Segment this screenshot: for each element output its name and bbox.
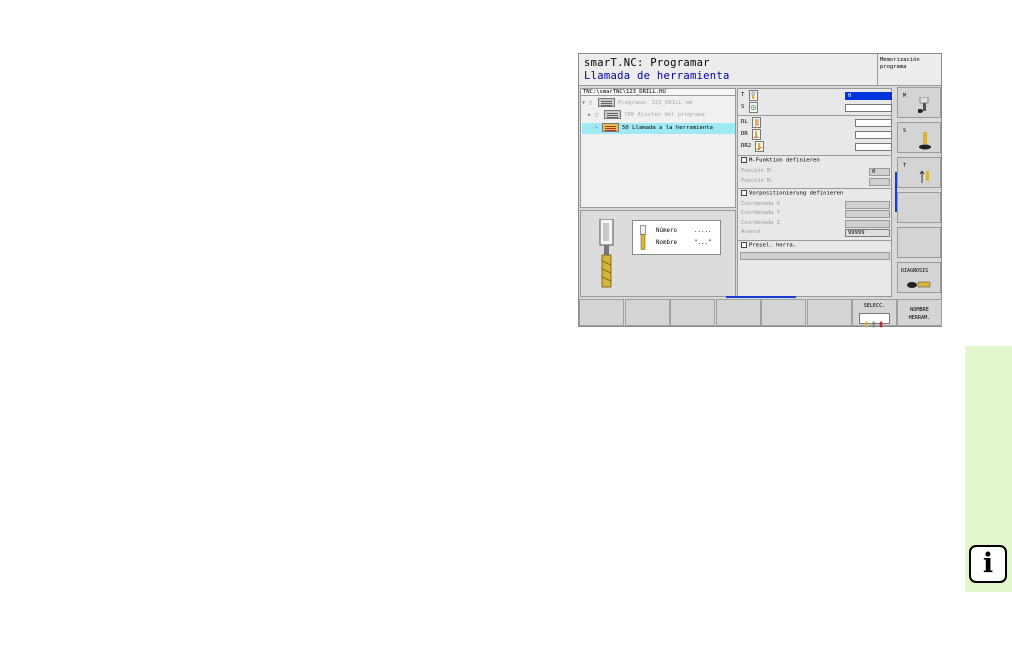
delta-radius2-input[interactable] [855,143,892,151]
program-tree: TNC:\smarTNC\123_DRILL.HU ▼ □ Programa: 12… [580,88,736,208]
m-function-1-label: Función M: [741,168,774,174]
spindle-icon [919,132,931,150]
tool-preselect-checkbox[interactable]: Presel. herra. [741,242,796,249]
feed-input[interactable]: 99999 [845,229,890,237]
softkey-h6[interactable] [807,299,852,326]
softkey-empty-1[interactable] [897,192,941,223]
tool-number-input[interactable]: 0 [845,92,892,100]
help-number-label: Número [656,228,677,234]
spindle-speed-input[interactable] [845,104,892,112]
m-function-icon [918,97,929,113]
settings-icon [604,110,621,119]
softkey-tool-name[interactable]: NOMBRE HERRAM. [897,299,942,326]
softkey-m-label: M [903,93,907,99]
softkey-empty-2[interactable] [897,227,941,258]
divider [738,188,891,189]
softkey-tool-name-label-2: HERRAM. [908,315,931,321]
program-icon [598,98,615,107]
tree-item-settings[interactable]: ▶ □ 700 Ajustes del programa [588,110,705,121]
coord-x-input[interactable] [845,201,890,209]
delta-radius2-icon [755,141,764,152]
field-dr-label: DR [741,131,748,137]
softkey-t-label: T [903,163,907,169]
tree-item-label: 700 Ajustes del programa [624,112,705,118]
softkey-h2[interactable] [625,299,670,326]
coord-y-input[interactable] [845,210,890,218]
spindle-speed-icon [749,102,758,113]
help-legend: Número ..... Nombre "..." [632,220,721,255]
page-indicator [726,296,796,298]
m-function-2-input[interactable] [869,178,890,186]
app-title: smarT.NC: Programar [584,57,710,69]
tool-axis-icon [919,170,929,183]
softkey-m-function[interactable]: M [897,87,941,118]
coord-z-input[interactable] [845,220,890,228]
collapse-icon[interactable]: ▶ [588,110,595,121]
divider [738,115,891,116]
delta-radius-input[interactable] [855,131,892,139]
softkey-s-spindle[interactable]: S [897,122,941,153]
softkey-h5[interactable] [761,299,806,326]
softkey-h3[interactable] [670,299,715,326]
tool-preselect-input[interactable] [740,252,890,260]
m-function-checkbox[interactable]: M-Funktion definieren [741,157,820,164]
expand-icon[interactable]: ▼ [582,98,589,109]
delta-length-input[interactable] [855,119,892,127]
divider [738,155,891,156]
title-bar: smarT.NC: Programar Llamada de herramien… [579,54,878,86]
field-dr2-label: DR2 [741,143,752,149]
feed-label: Avance [741,229,761,235]
m-function-1-input[interactable]: 0 [869,168,890,176]
divider [738,240,891,241]
softkey-tool-name-label-1: NOMBRE [910,307,929,313]
coord-x-label: Coordenada X [741,201,780,207]
tree-item-label: Programa: 123_DRILL mm [618,100,693,106]
delta-radius-icon [752,129,761,140]
coord-z-label: Coordenada Z [741,220,780,226]
tnc-screen: smarT.NC: Programar Llamada de herramien… [578,53,942,328]
mode-indicator: Memorización programa [878,54,941,86]
softkey-t-axis[interactable]: T [897,157,941,188]
tool-call-icon [602,123,619,132]
help-number-value: ..... [694,228,712,234]
softkey-select-label: SELECC. [863,303,886,309]
field-t-label: T [741,92,745,98]
tool-call-form: T 0 S DL DR DR2 M-Funktion definieren Fu… [737,88,892,297]
softkey-diagnosis-label: DIAGNOSIS [901,268,929,274]
tree-path: TNC:\smarTNC\123_DRILL.HU [581,89,735,96]
tree-item-tool-call[interactable]: • 50 Llamada a la herramienta [582,123,735,134]
delta-length-icon [752,117,761,128]
tree-item-label: 50 Llamada a la herramienta [622,125,713,131]
help-name-label: Nombre [656,240,677,246]
softkey-s-label: S [903,128,907,134]
tool-number-icon [749,90,758,101]
help-name-value: "..." [694,240,712,246]
tool-small-icon [640,225,646,250]
softkey-select-tool[interactable]: SELECC. [852,299,897,328]
softkey-diagnosis[interactable]: DIAGNOSIS [897,262,941,293]
field-dl-label: DL [741,119,748,125]
softkey-h4[interactable] [716,299,761,326]
tool-select-icon [859,313,890,328]
info-icon-glyph: i [982,548,994,579]
page-title: Llamada de herramienta [584,70,730,82]
prepositioning-checkbox[interactable]: Vorpositionierung definieren [741,190,843,197]
info-icon: i [969,545,1007,583]
diagnosis-icon [907,281,931,288]
tree-item-program[interactable]: ▼ □ Programa: 123_DRILL mm [582,98,692,109]
m-function-2-label: Función M: [741,178,774,184]
tool-illustration-icon [599,219,614,288]
field-s-label: S [741,104,745,110]
softkey-h1[interactable] [579,299,624,326]
help-graphic: Número ..... Nombre "..." [580,210,736,297]
coord-y-label: Coordenada Y [741,210,780,216]
